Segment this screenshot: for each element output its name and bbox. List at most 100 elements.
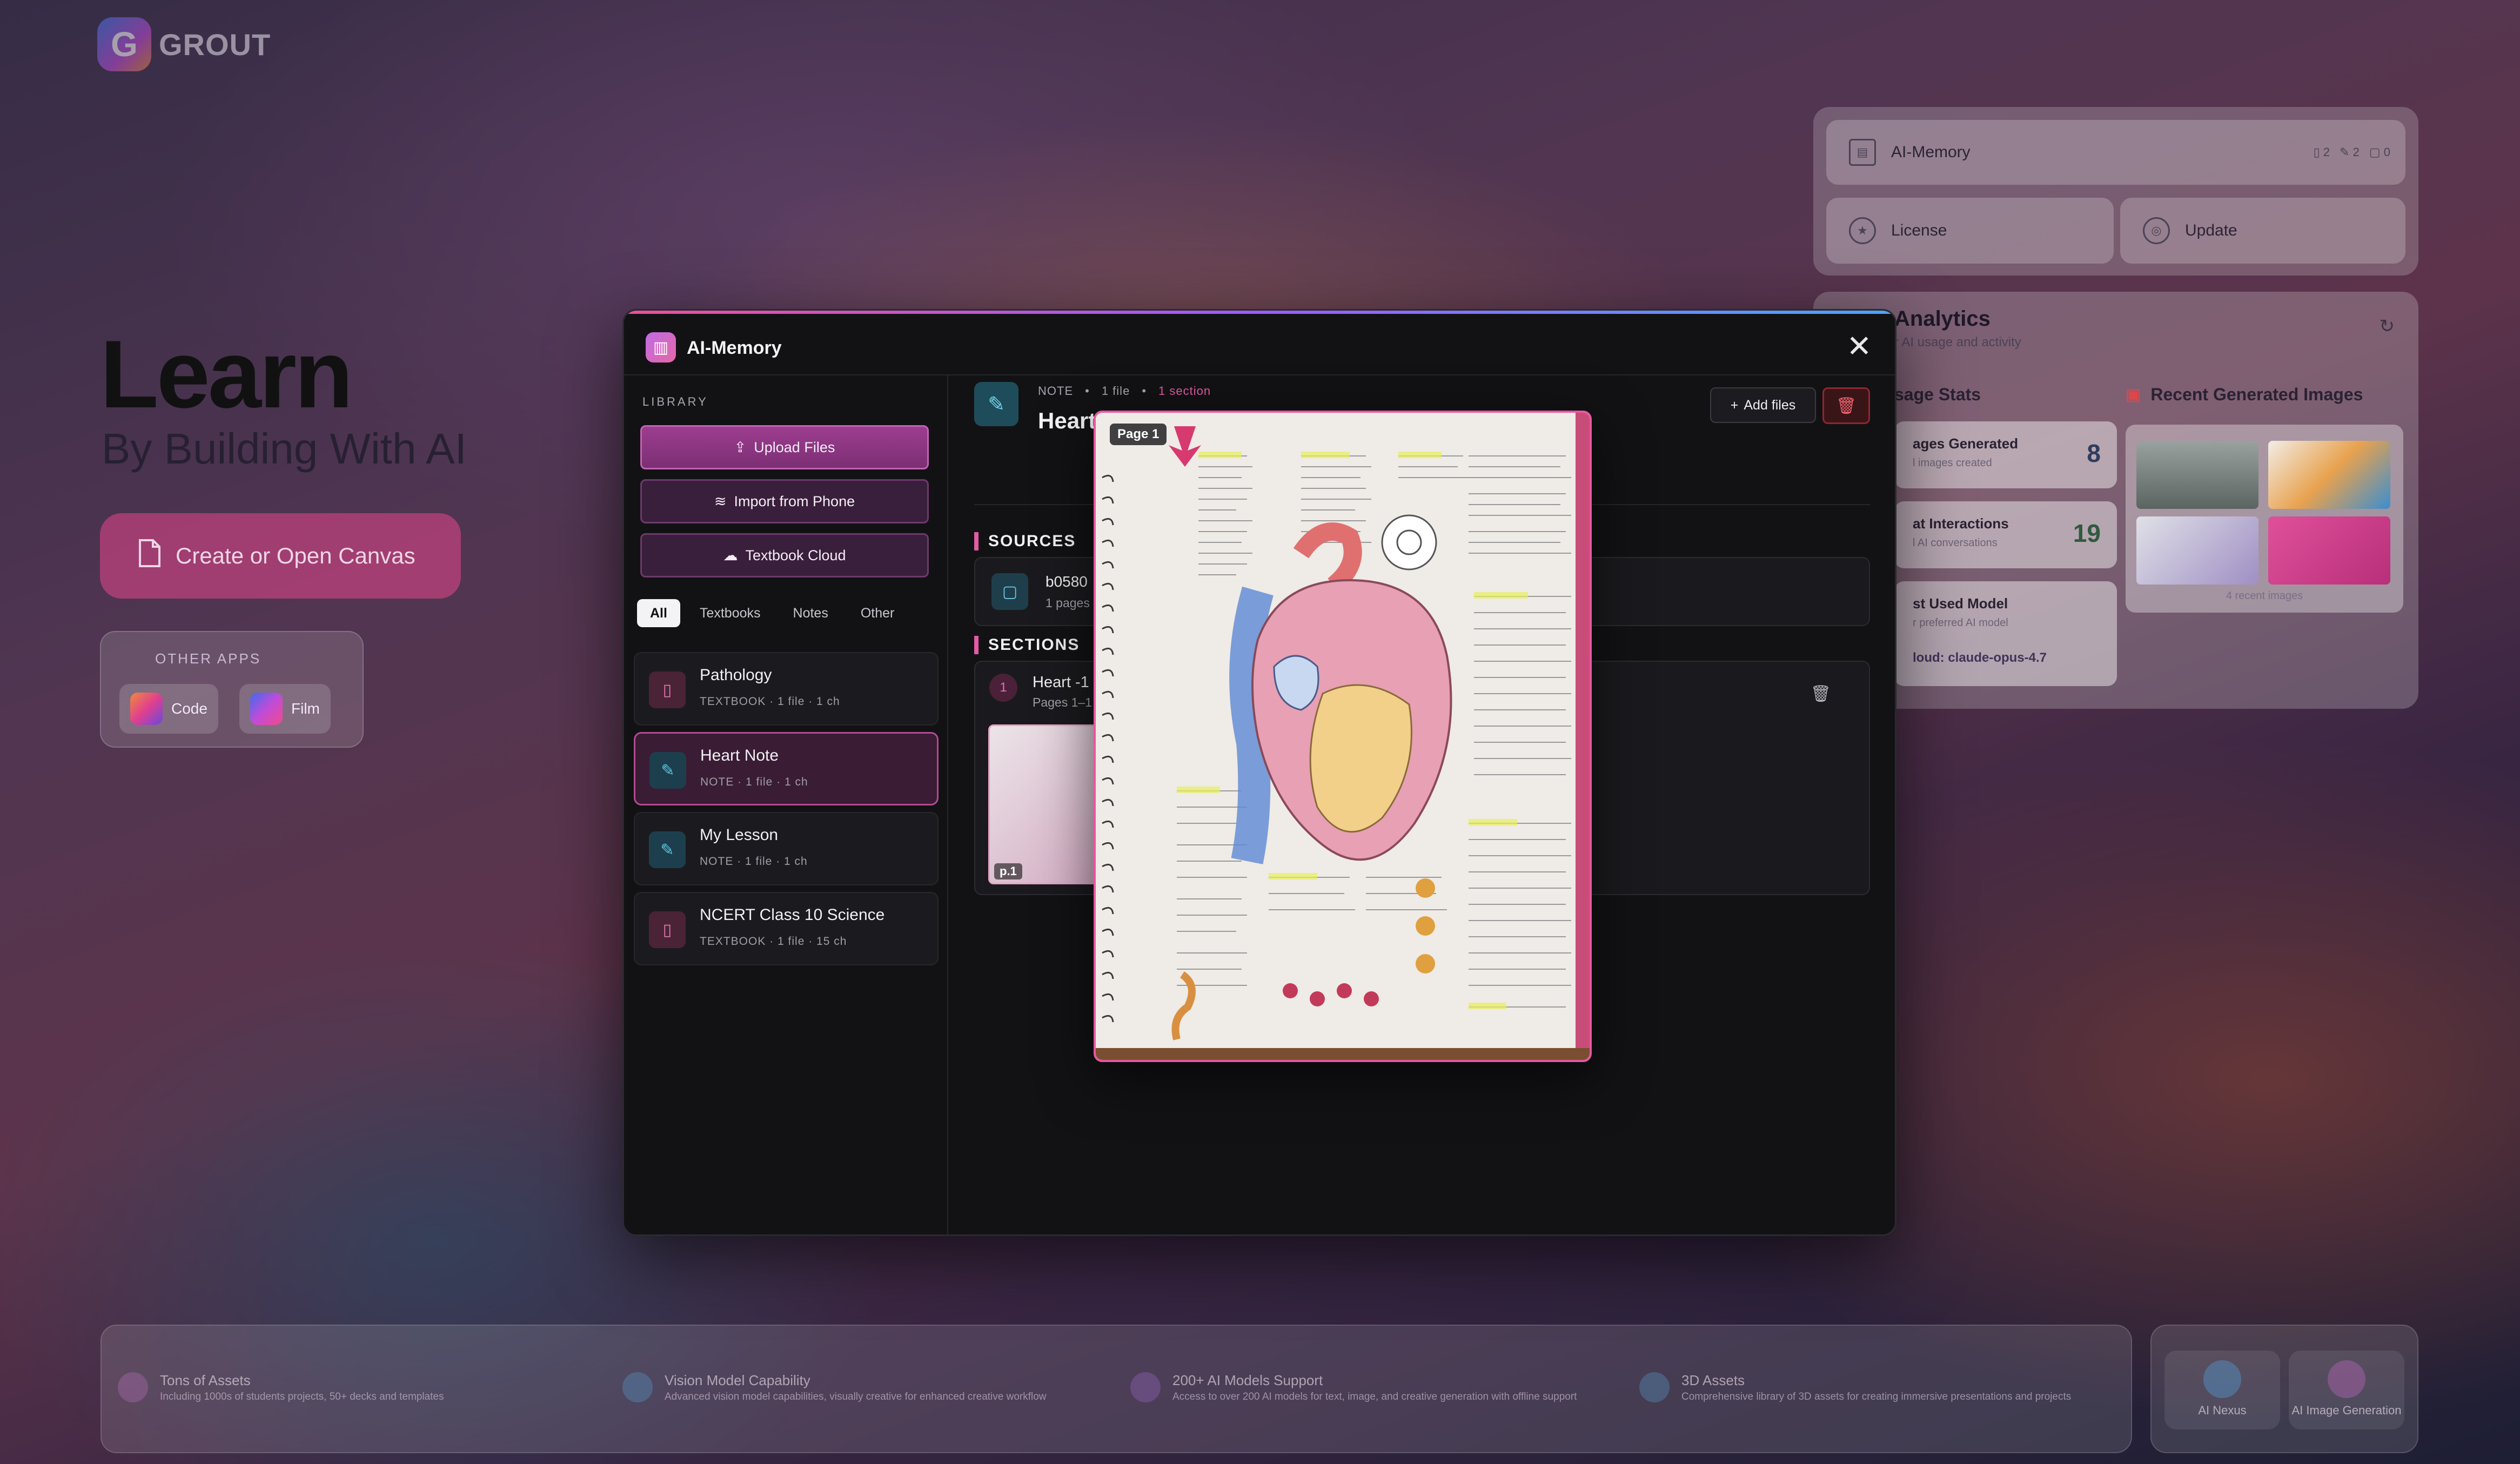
hero-subtitle: By Building With AI (102, 425, 467, 473)
chat-interactions-stat: at Interactions l AI conversations 19 (1894, 501, 2117, 568)
section-pages: Pages 1–1 (1033, 695, 1092, 709)
sections-heading: SECTIONS (974, 636, 1080, 654)
feature-item: 3D Assets Comprehensive library of 3D ass… (1639, 1372, 2071, 1403)
ai-memory-card[interactable]: ▤ AI-Memory ▯ 2 ✎ 2 ▢ 0 (1826, 120, 2405, 185)
recent-image-thumb[interactable] (2136, 441, 2258, 509)
stat-label: at Interactions (1913, 515, 2009, 532)
code-app-label: Code (171, 700, 207, 717)
add-files-label: Add files (1744, 397, 1796, 413)
feature-title: Vision Model Capability (665, 1372, 810, 1388)
trash-icon[interactable]: 🗑 (1811, 684, 1831, 703)
close-icon[interactable]: ✕ (1844, 331, 1874, 361)
library-item-my-lesson[interactable]: ✎ My Lesson NOTE · 1 file · 1 ch (634, 812, 939, 885)
license-label: License (1891, 221, 1947, 239)
ai-image-generation-label: AI Image Generation (2291, 1403, 2402, 1417)
other-apps-title: OTHER APPS (155, 650, 262, 667)
film-app-button[interactable]: Film (239, 684, 331, 734)
trash-icon[interactable]: 🗑 (1822, 387, 1870, 424)
note-sections: 1 section (1158, 384, 1211, 398)
separator-dot: • (1142, 384, 1147, 398)
file-icon: ▢ (991, 573, 1028, 610)
notebook-page-image (1096, 413, 1590, 1060)
analytics-panel: Analytics r AI usage and activity ↻ sage… (1813, 292, 2418, 709)
item-meta: TEXTBOOK · 1 file · 15 ch (700, 935, 847, 948)
other-count: ▢ 0 (2369, 145, 2390, 159)
images-generated-stat: ages Generated l images created 8 (1894, 421, 2117, 488)
import-from-phone-label: Import from Phone (734, 493, 855, 509)
ai-memory-card-label: AI-Memory (1891, 143, 1971, 161)
analytics-title: Analytics (1894, 307, 1990, 331)
stat-sub: l AI conversations (1913, 537, 1998, 549)
feature-desc: Advanced vision model capabilities, visu… (665, 1391, 1047, 1402)
note-meta: NOTE • 1 file • 1 section (1038, 384, 1211, 398)
quick-apps-bar: AI Nexus AI Image Generation (2150, 1325, 2418, 1453)
ai-memory-icon: ▥ (646, 332, 676, 362)
code-app-icon (130, 693, 163, 725)
note-edit-icon: ✎ (974, 382, 1018, 426)
update-icon: ◎ (2143, 217, 2170, 244)
item-meta: TEXTBOOK · 1 file · 1 ch (700, 695, 840, 708)
note-edit-icon: ✎ (649, 752, 686, 789)
modal-header: ▥ AI-Memory ✕ (624, 314, 1895, 375)
item-name: My Lesson (700, 826, 779, 844)
library-sidebar: LIBRARY ⇪ Upload Files ≋ Import from Pho… (624, 374, 948, 1234)
item-meta: NOTE · 1 file · 1 ch (700, 855, 808, 868)
update-card[interactable]: ◎ Update (2120, 198, 2405, 264)
library-item-ncert[interactable]: ▯ NCERT Class 10 Science TEXTBOOK · 1 fi… (634, 892, 939, 965)
feature-title: 3D Assets (1681, 1372, 1745, 1388)
item-name: Heart Note (700, 747, 779, 764)
feature-item: Tons of Assets Including 1000s of student… (118, 1372, 444, 1403)
film-app-label: Film (291, 700, 320, 717)
license-card[interactable]: ★ License (1826, 198, 2114, 264)
library-item-heart-note[interactable]: ✎ Heart Note NOTE · 1 file · 1 ch (634, 732, 939, 805)
filter-other[interactable]: Other (848, 599, 908, 627)
recent-image-thumb[interactable] (2268, 441, 2390, 509)
library-item-pathology[interactable]: ▯ Pathology TEXTBOOK · 1 file · 1 ch (634, 652, 939, 726)
file-plus-icon (138, 539, 162, 573)
cube-icon (1639, 1372, 1670, 1402)
add-files-button[interactable]: + Add files (1710, 387, 1816, 423)
feature-item: 200+ AI Models Support Access to over 200… (1130, 1372, 1577, 1403)
stat-value: 8 (2087, 439, 2101, 467)
assets-icon (118, 1372, 148, 1402)
upload-files-button[interactable]: ⇪ Upload Files (640, 425, 929, 469)
recent-images-grid: 4 recent images (2126, 425, 2403, 613)
stat-value: 19 (2073, 519, 2101, 547)
filter-notes[interactable]: Notes (780, 599, 841, 627)
create-canvas-button[interactable]: Create or Open Canvas (100, 513, 461, 599)
book-icon: ▯ (649, 911, 686, 948)
stat-label: st Used Model (1913, 595, 2008, 612)
library-filters: All Textbooks Notes Other (637, 599, 907, 627)
refresh-icon[interactable]: ↻ (2380, 315, 2395, 337)
license-icon: ★ (1849, 217, 1876, 244)
page-label: Page 1 (1110, 424, 1167, 445)
page-preview[interactable]: Page 1 (1094, 411, 1592, 1062)
update-label: Update (2185, 221, 2237, 239)
note-count: ✎ 2 (2340, 145, 2360, 159)
stat-sub: l images created (1913, 457, 1992, 469)
usage-stats-heading: sage Stats (1894, 385, 1981, 404)
wifi-icon: ≋ (714, 493, 727, 509)
note-edit-icon: ✎ (649, 831, 686, 868)
separator-dot: • (1085, 384, 1090, 398)
item-meta: NOTE · 1 file · 1 ch (700, 776, 808, 788)
model-name: loud: claude-opus-4.7 (1913, 650, 2047, 665)
brand[interactable]: G GROUT (97, 17, 271, 71)
note-files: 1 file (1101, 384, 1130, 398)
filter-all[interactable]: All (637, 599, 680, 627)
upload-icon: ⇪ (734, 439, 747, 455)
code-app-button[interactable]: Code (119, 684, 218, 734)
textbook-cloud-button[interactable]: ☁ Textbook Cloud (640, 533, 929, 577)
ai-nexus-button[interactable]: AI Nexus (2164, 1351, 2280, 1429)
sparkle-icon (1130, 1372, 1161, 1402)
filter-textbooks[interactable]: Textbooks (687, 599, 774, 627)
recent-image-thumb[interactable] (2136, 516, 2258, 585)
hero-title: Learn (100, 320, 353, 428)
section-number: 1 (989, 674, 1017, 702)
ai-image-generation-button[interactable]: AI Image Generation (2289, 1351, 2404, 1429)
recent-image-thumb[interactable] (2268, 516, 2390, 585)
right-panel: ▤ AI-Memory ▯ 2 ✎ 2 ▢ 0 ★ License ◎ Upda… (1813, 107, 2418, 276)
note-type: NOTE (1038, 384, 1074, 398)
recent-images-heading: ▣ Recent Generated Images (2126, 385, 2363, 404)
import-from-phone-button[interactable]: ≋ Import from Phone (640, 479, 929, 523)
